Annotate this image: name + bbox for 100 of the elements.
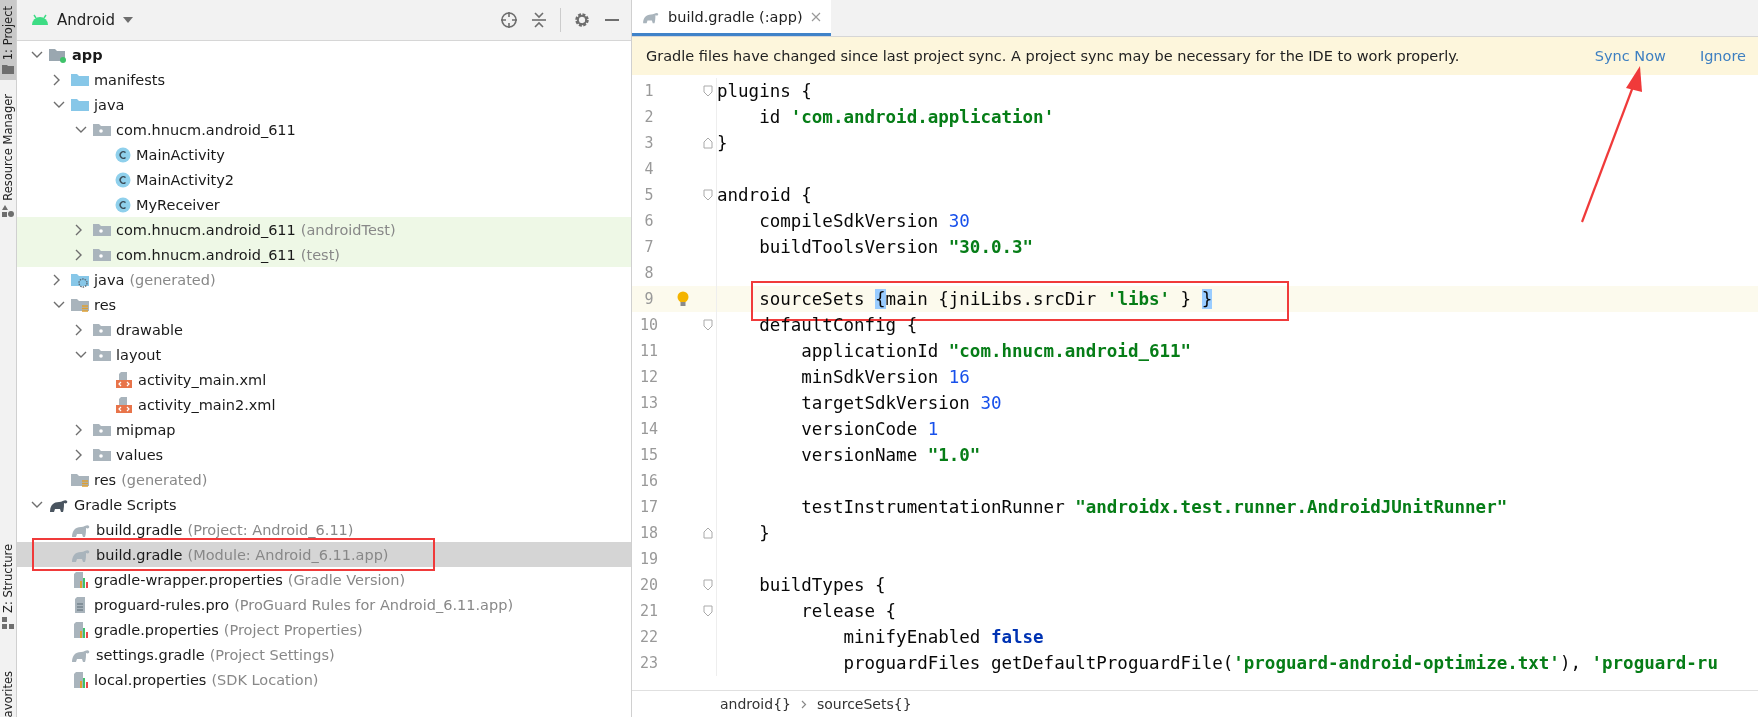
tree-item[interactable]: com.hnucm.android_611 (androidTest) — [17, 217, 631, 242]
line-number: 18 — [638, 524, 660, 542]
tree-item[interactable]: res — [17, 292, 631, 317]
editor-tab[interactable]: build.gradle (:app) — [632, 0, 831, 36]
tree-item[interactable]: gradle.properties (Project Properties) — [17, 617, 631, 642]
chevron-down-icon[interactable] — [53, 100, 65, 109]
package-folder-icon — [93, 346, 111, 363]
tree-label: java — [94, 271, 125, 288]
package-folder-icon — [93, 221, 111, 238]
tree-item[interactable]: manifests — [17, 67, 631, 92]
fold-marker-icon[interactable] — [703, 527, 713, 539]
code-line: proguardFiles getDefaultProguardFile('proguard-android-optimize.txt'), 'proguard-ru — [842, 653, 1718, 673]
tree-label-note: (generated) — [121, 471, 208, 488]
tree-item[interactable]: MainActivity2 — [17, 167, 631, 192]
line-number: 4 — [643, 160, 655, 178]
tree-item[interactable]: layout — [17, 342, 631, 367]
tool-window-tab[interactable]: Z: Structure — [0, 537, 16, 635]
tree-label: com.hnucm.android_611 — [116, 246, 296, 263]
chevron-down-icon[interactable] — [31, 500, 43, 509]
tree-item[interactable]: activity_main.xml — [17, 367, 631, 392]
tree-item[interactable]: java — [17, 92, 631, 117]
line-number: 21 — [638, 602, 660, 620]
tree-label: java — [94, 96, 125, 113]
lightbulb-icon[interactable] — [677, 291, 689, 307]
chevron-right-icon[interactable] — [75, 423, 83, 436]
code-line: compileSdkVersion 30 — [758, 211, 970, 231]
tool-window-tab[interactable]: avorites — [0, 664, 16, 717]
tree-item[interactable]: MainActivity — [17, 142, 631, 167]
resource-folder-icon — [71, 471, 89, 488]
tree-item[interactable]: gradle-wrapper.properties (Gradle Version) — [17, 567, 631, 592]
chevron-down-icon[interactable] — [75, 350, 87, 359]
chevron-down-icon[interactable] — [53, 300, 65, 309]
code-line: plugins { — [717, 81, 812, 101]
breadcrumb[interactable]: android{} — [720, 696, 791, 712]
tree-label: activity_main.xml — [138, 371, 267, 388]
tree-item[interactable]: MyReceiver — [17, 192, 631, 217]
chevron-right-icon[interactable] — [53, 273, 61, 286]
collapse-all-icon[interactable] — [530, 11, 548, 29]
fold-marker-icon[interactable] — [703, 579, 713, 591]
close-icon[interactable] — [810, 11, 821, 22]
line-number: 7 — [643, 238, 655, 256]
chevron-down-icon[interactable] — [75, 125, 87, 134]
fold-marker-icon[interactable] — [703, 137, 713, 149]
layout-file-icon — [115, 396, 133, 413]
banner-link[interactable]: Ignore — [1699, 48, 1746, 64]
tree-label: MyReceiver — [136, 196, 220, 213]
properties-file-icon — [71, 671, 89, 688]
package-folder-icon — [93, 121, 111, 138]
tree-label-note: (Project Properties) — [223, 621, 363, 638]
fold-marker-icon[interactable] — [703, 189, 713, 201]
tree-item[interactable]: com.hnucm.android_611 (test) — [17, 242, 631, 267]
banner-message: Gradle files have changed since last project sync. A project sync may be necessary for the IDE to work properly. — [646, 48, 1460, 64]
view-selector[interactable]: Android — [57, 11, 133, 29]
fold-marker-icon[interactable] — [703, 85, 713, 97]
chevron-right-icon[interactable] — [75, 248, 83, 261]
code-line: sourceSets {main {jniLibs.srcDir 'libs' } } — [758, 289, 1213, 309]
chevron-right-icon[interactable] — [75, 323, 83, 336]
tool-window-tab[interactable]: Resource Manager — [0, 88, 16, 223]
fold-marker-icon[interactable] — [703, 605, 713, 617]
tree-item[interactable]: mipmap — [17, 417, 631, 442]
banner-link[interactable]: Sync Now — [1594, 48, 1666, 64]
crosshair-icon[interactable] — [500, 11, 518, 29]
chevron-right-icon[interactable] — [75, 448, 83, 461]
line-number: 11 — [638, 342, 660, 360]
line-number: 13 — [638, 394, 660, 412]
tree-item[interactable]: proguard-rules.pro (ProGuard Rules for Android_6.11.app) — [17, 592, 631, 617]
settings-icon[interactable] — [573, 11, 591, 29]
breadcrumb[interactable]: sourceSets{} — [816, 696, 912, 712]
tree-item[interactable]: drawable — [17, 317, 631, 342]
chevron-right-icon[interactable] — [53, 73, 61, 86]
code-line: id 'com.android.application' — [758, 107, 1055, 127]
tree-label: com.hnucm.android_611 — [116, 121, 296, 138]
tool-window-tab[interactable]: 1: Project — [0, 0, 16, 81]
fold-marker-icon[interactable] — [703, 319, 713, 331]
tree-item[interactable]: local.properties (SDK Location) — [17, 667, 631, 692]
chevron-down-icon[interactable] — [31, 50, 43, 59]
tree-label: MainActivity — [136, 146, 225, 163]
tree-label: local.properties — [94, 671, 207, 688]
chevron-right-icon[interactable] — [75, 223, 83, 236]
tree-item[interactable]: com.hnucm.android_611 — [17, 117, 631, 142]
code-line: testInstrumentationRunner "androidx.test.runner.AndroidJUnitRunner" — [800, 497, 1508, 517]
tree-label: proguard-rules.pro — [94, 596, 230, 613]
tree-item[interactable]: Gradle Scripts — [17, 492, 631, 517]
tree-item[interactable]: values — [17, 442, 631, 467]
code-line: applicationId "com.hnucm.android_611" — [800, 341, 1192, 361]
line-number: 17 — [638, 498, 660, 516]
tree-label-note: (Project Settings) — [209, 646, 335, 663]
tree-label: activity_main2.xml — [138, 396, 276, 413]
folder-gear-icon — [71, 271, 89, 288]
line-number: 12 — [638, 368, 660, 386]
tree-item[interactable]: activity_main2.xml — [17, 392, 631, 417]
tree-item[interactable]: settings.gradle (Project Settings) — [17, 642, 631, 667]
tree-label: MainActivity2 — [136, 171, 235, 188]
tree-item[interactable]: res (generated) — [17, 467, 631, 492]
tree-label: layout — [116, 346, 162, 363]
tree-item[interactable]: java (generated) — [17, 267, 631, 292]
class-icon — [115, 146, 131, 163]
tree-item[interactable]: app — [17, 42, 631, 67]
tree-item[interactable]: build.gradle (Project: Android_6.11) — [17, 517, 631, 542]
tree-label: res — [94, 471, 117, 488]
